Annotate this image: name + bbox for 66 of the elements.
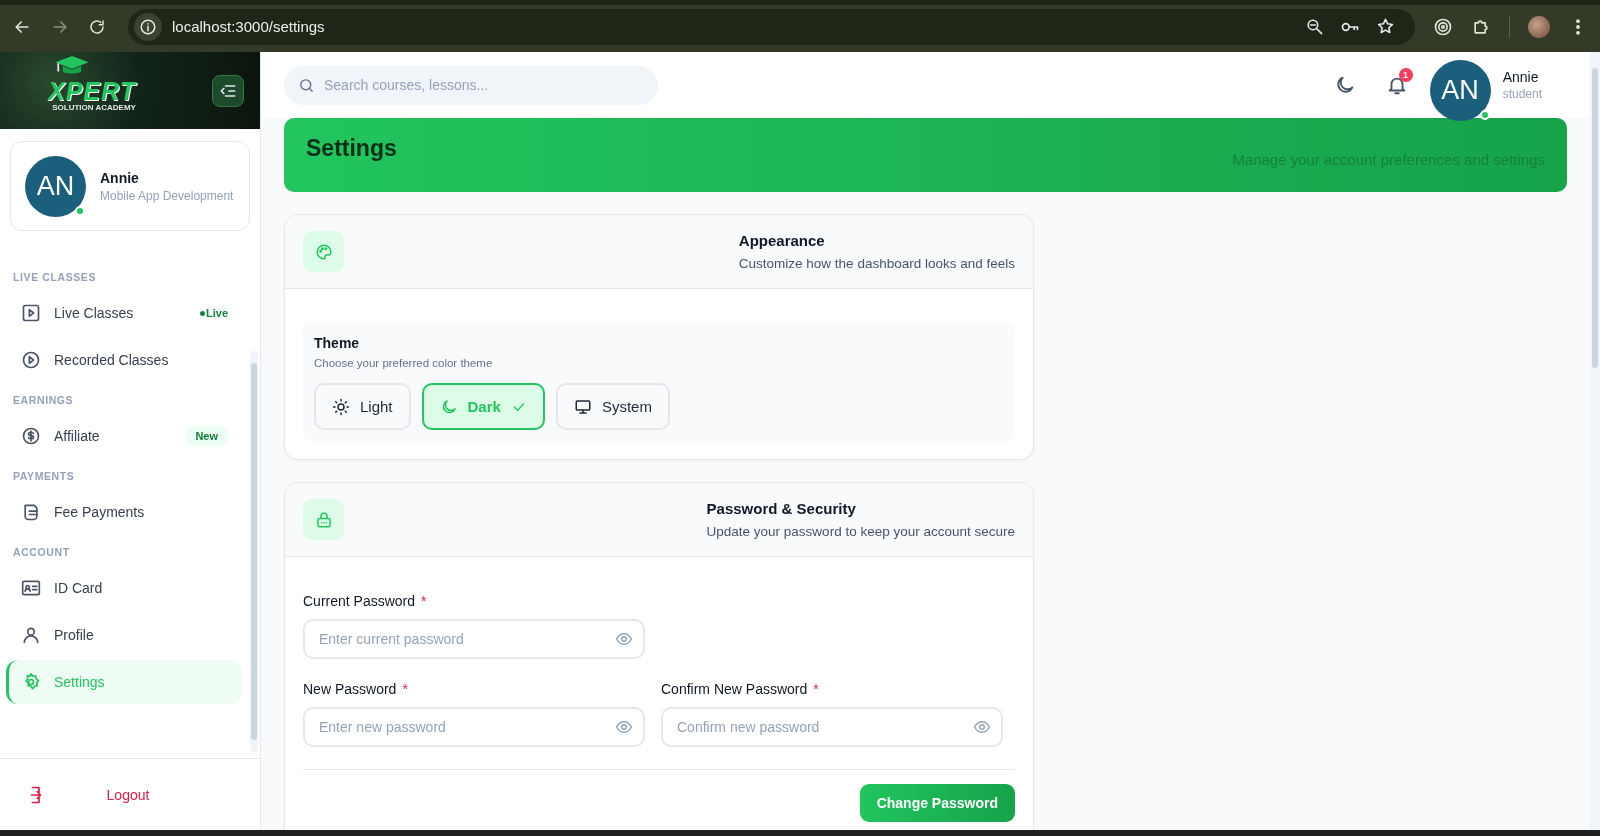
logo-tagline: SOLUTION ACADEMY [52,103,136,112]
card-title: Appearance [738,232,826,249]
target-icon[interactable] [1433,16,1453,37]
monitor-icon [573,397,592,416]
section-heading: LIVE CLASSES [12,271,98,283]
profile-name: Annie [100,169,140,186]
new-badge: New [185,426,228,446]
sidebar-toggle-button[interactable] [212,74,244,107]
notification-count: 1 [1398,68,1413,82]
card-title: Password & Security [706,500,857,517]
theme-option[interactable]: Light [314,383,411,430]
logo-wordmark: XPERT [48,79,136,103]
sidebar-item[interactable]: Profile [6,613,242,657]
required-mark: * [421,593,427,609]
field-label: Confirm New Password [661,681,808,697]
theme-hint: Choose your preferred color theme [314,357,494,369]
play-circle-icon [21,350,41,370]
scrollbar[interactable] [1590,52,1600,830]
card-subtitle: Update your password to keep your account secure [706,524,1015,539]
zoom-icon[interactable] [1305,16,1324,36]
wallet-icon [21,502,41,522]
lock-icon [314,510,333,529]
theme-label: Theme [314,335,361,351]
live-badge: Live [200,307,228,319]
sidebar-item[interactable]: Affiliate New [6,414,242,458]
required-mark: * [813,681,819,697]
scrollbar[interactable] [250,351,258,752]
user-icon [21,625,41,645]
sidebar-item[interactable]: Fee Payments [6,490,242,534]
star-icon[interactable] [1376,16,1395,36]
search-field[interactable]: Search courses, lessons... [284,65,658,105]
section-heading: PAYMENTS [12,470,76,482]
info-icon[interactable] [139,17,157,36]
section-heading: ACCOUNT [12,546,71,558]
user-name: Annie [1502,69,1540,85]
reload-icon[interactable] [88,17,106,36]
password-field[interactable]: Confirm new password [661,707,1003,747]
user-role: student [1502,87,1542,101]
search-icon [298,76,315,94]
avatar: AN [25,155,86,217]
play-square-icon [21,303,41,323]
eye-icon[interactable] [615,718,633,736]
eye-icon[interactable] [615,630,633,648]
card-subtitle: Customize how the dashboard looks and feels [738,256,1015,271]
profile-course: Mobile App Development [100,188,234,203]
address-bar[interactable]: localhost:3000/settings [128,8,1415,45]
profile-avatar[interactable] [1528,15,1550,38]
sun-icon [332,397,350,416]
sidebar-item[interactable]: ID Card [6,566,242,610]
dollar-icon [21,426,41,446]
password-field[interactable]: Enter current password [303,619,645,659]
sidebar-item[interactable]: Live Classes Live [6,291,242,335]
section-heading: EARNINGS [12,394,75,406]
id-card-icon [21,578,41,598]
field-label: New Password [303,681,397,697]
theme-option[interactable]: System [555,383,670,430]
password-field[interactable]: Enter new password [303,707,645,747]
sidebar-item[interactable]: Recorded Classes [6,338,242,382]
url-text: localhost:3000/settings [172,18,326,35]
avatar: AN [1429,59,1491,121]
palette-icon [314,242,333,261]
field-label: Current Password [303,593,416,609]
notifications-button[interactable]: 1 [1377,66,1416,104]
required-mark: * [402,681,408,697]
eye-icon[interactable] [973,718,991,736]
page-title: Settings [306,134,397,162]
